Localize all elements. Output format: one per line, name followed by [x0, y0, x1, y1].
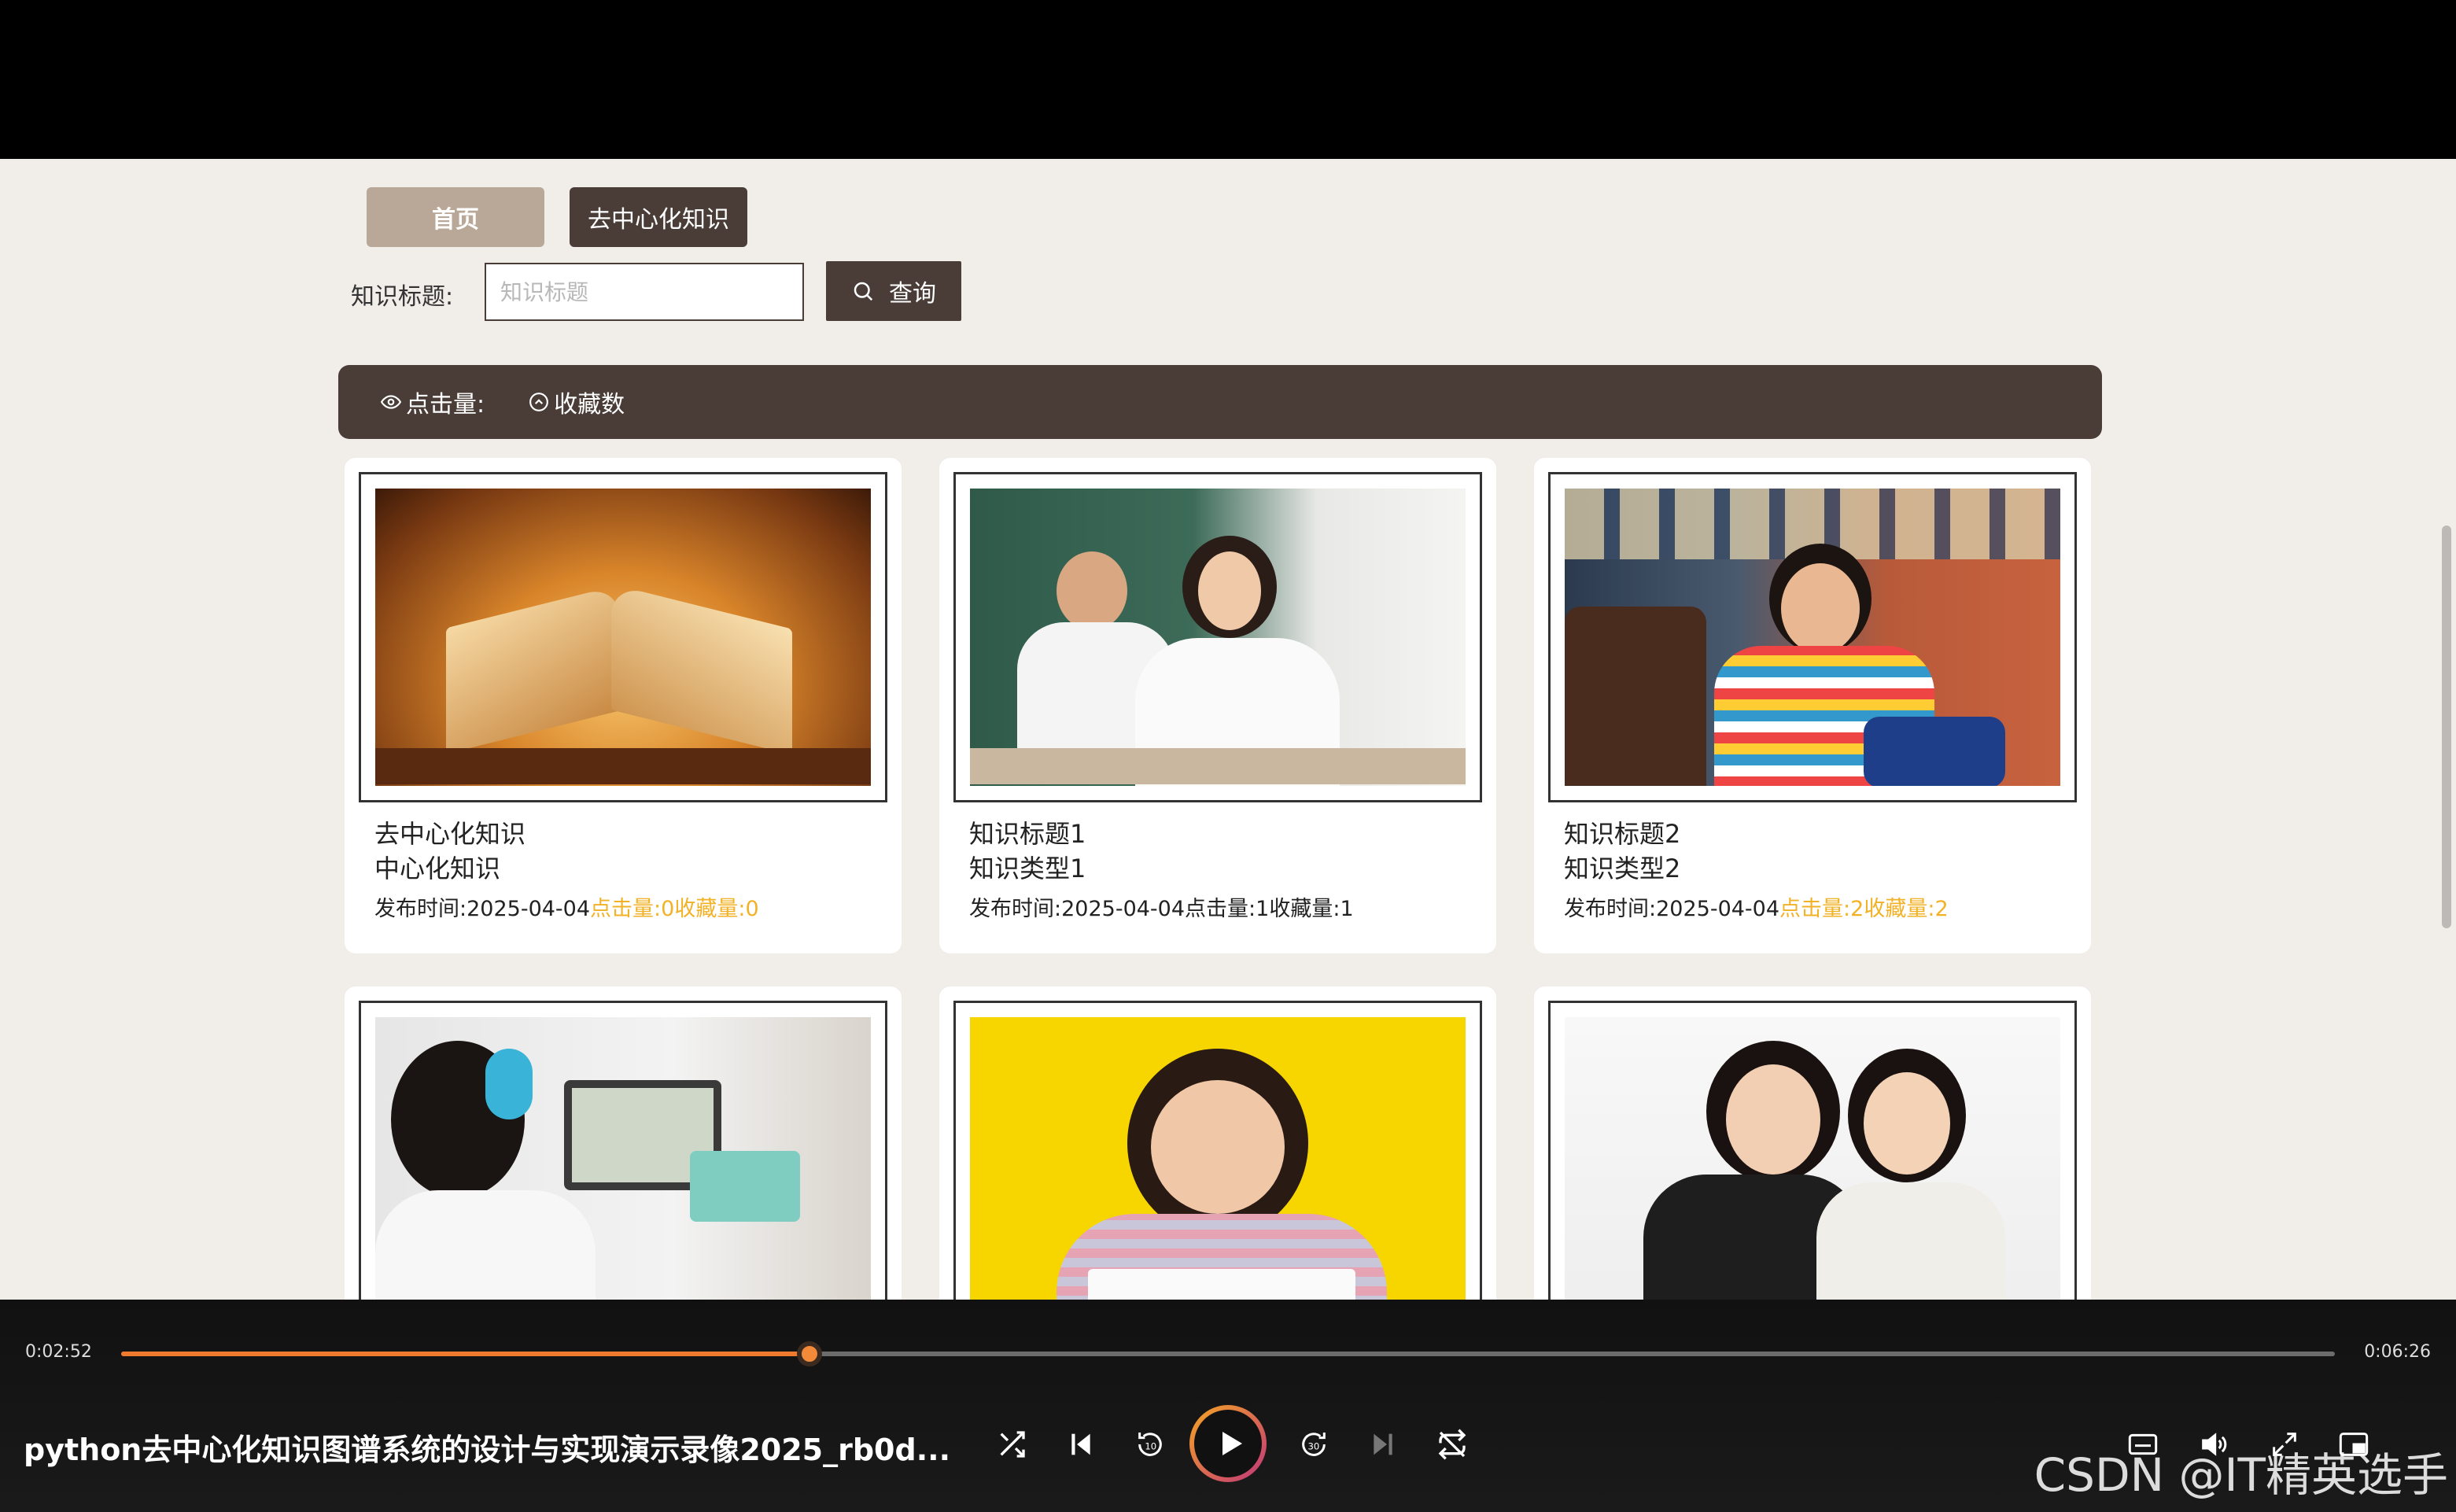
- search-input[interactable]: [485, 263, 804, 321]
- card-image-frame: [359, 1001, 887, 1300]
- search-label: 知识标题:: [351, 283, 454, 311]
- previous-button[interactable]: [1062, 1425, 1100, 1463]
- knowledge-card[interactable]: 知识标题2 知识类型2 发布时间:2025-04-04点击量:2收藏量:2: [1534, 458, 2091, 953]
- svg-text:10: 10: [1145, 1441, 1156, 1452]
- card-image-frame: [1548, 472, 2077, 802]
- eye-icon: [381, 395, 401, 409]
- sort-bar: 点击量: 收藏数: [338, 365, 2102, 439]
- seek-bar[interactable]: [121, 1341, 2335, 1366]
- forward-30-icon: 30: [1302, 1433, 1326, 1456]
- search-button-label: 查询: [889, 280, 936, 308]
- forward-30-button[interactable]: 30: [1295, 1425, 1333, 1463]
- sort-favorites-label: 收藏数: [554, 391, 625, 419]
- total-time: 0:06:26: [2364, 1342, 2431, 1362]
- knowledge-card[interactable]: 知识标题1 知识类型1 发布时间:2025-04-04点击量:1收藏量:1: [939, 458, 1496, 953]
- knowledge-card[interactable]: 去中心化知识 中心化知识 发布时间:2025-04-04点击量:0收藏量:0: [345, 458, 902, 953]
- card-meta: 发布时间:2025-04-04点击量:0收藏量:0: [374, 897, 759, 921]
- knowledge-card[interactable]: [345, 986, 902, 1300]
- card-type: 中心化知识: [374, 854, 501, 883]
- search-button[interactable]: 查询: [826, 261, 961, 321]
- card-title: 知识标题1: [969, 819, 1086, 849]
- repeat-off-icon: [1438, 1429, 1466, 1460]
- card-image-girl-writing: [970, 1017, 1466, 1300]
- webpage: 首页 去中心化知识 知识标题: 查询 点击量: 收藏数 去中心化知识 中心化知识…: [0, 159, 2456, 1300]
- seek-bar-progress: [121, 1352, 810, 1356]
- card-image-frame: [359, 472, 887, 802]
- csdn-watermark: CSDN @IT精英选手: [2034, 1448, 2448, 1502]
- sort-clicks-label: 点击量:: [406, 391, 485, 419]
- sort-by-clicks[interactable]: 点击量:: [381, 385, 485, 419]
- next-button[interactable]: [1364, 1425, 1402, 1463]
- search-icon: [854, 282, 873, 301]
- card-type: 知识类型1: [969, 854, 1086, 883]
- shuffle-icon: [1000, 1431, 1025, 1458]
- card-title: 去中心化知识: [374, 819, 526, 849]
- card-meta: 发布时间:2025-04-04点击量:1收藏量:1: [969, 897, 1354, 921]
- rewind-10-button[interactable]: 10: [1131, 1425, 1169, 1463]
- card-type: 知识类型2: [1564, 854, 1681, 883]
- card-image-classroom: [970, 489, 1466, 786]
- card-meta: 发布时间:2025-04-04点击量:2收藏量:2: [1564, 897, 1949, 921]
- card-image-frame: [953, 1001, 1482, 1300]
- nav-knowledge-button[interactable]: 去中心化知识: [570, 187, 747, 247]
- video-player-controls: 0:02:52 0:06:26 python去中心化知识图谱系统的设计与实现演示…: [0, 1300, 2456, 1512]
- scrollbar-thumb[interactable]: [2442, 526, 2451, 928]
- card-image-frame: [1548, 1001, 2077, 1300]
- repeat-button[interactable]: [1433, 1425, 1471, 1463]
- card-image-boy-studying: [1565, 489, 2060, 786]
- chevron-circle-icon: [529, 393, 549, 411]
- page-scrollbar[interactable]: [2439, 159, 2456, 1300]
- rewind-10-icon: 10: [1138, 1433, 1162, 1456]
- nav-home-button[interactable]: 首页: [367, 187, 544, 247]
- card-image-online-class: [375, 1017, 871, 1300]
- knowledge-card[interactable]: [1534, 986, 2091, 1300]
- shuffle-button[interactable]: [993, 1425, 1031, 1463]
- knowledge-card[interactable]: [939, 986, 1496, 1300]
- current-time: 0:02:52: [25, 1342, 92, 1362]
- video-title: python去中心化知识图谱系统的设计与实现演示录像2025_rb0d...: [24, 1433, 951, 1467]
- card-image-mother-daughter: [1565, 1017, 2060, 1300]
- skip-back-icon: [1071, 1433, 1090, 1455]
- svg-text:30: 30: [1308, 1441, 1320, 1452]
- play-icon: [1222, 1432, 1242, 1455]
- play-button[interactable]: [1189, 1405, 1267, 1482]
- card-image-book: [375, 489, 871, 786]
- seek-bar-handle[interactable]: [797, 1341, 823, 1366]
- video-letterbox-top: [0, 0, 2456, 159]
- card-title: 知识标题2: [1564, 819, 1681, 849]
- sort-by-favorites[interactable]: 收藏数: [529, 385, 625, 419]
- skip-forward-icon: [1374, 1433, 1392, 1455]
- card-image-frame: [953, 472, 1482, 802]
